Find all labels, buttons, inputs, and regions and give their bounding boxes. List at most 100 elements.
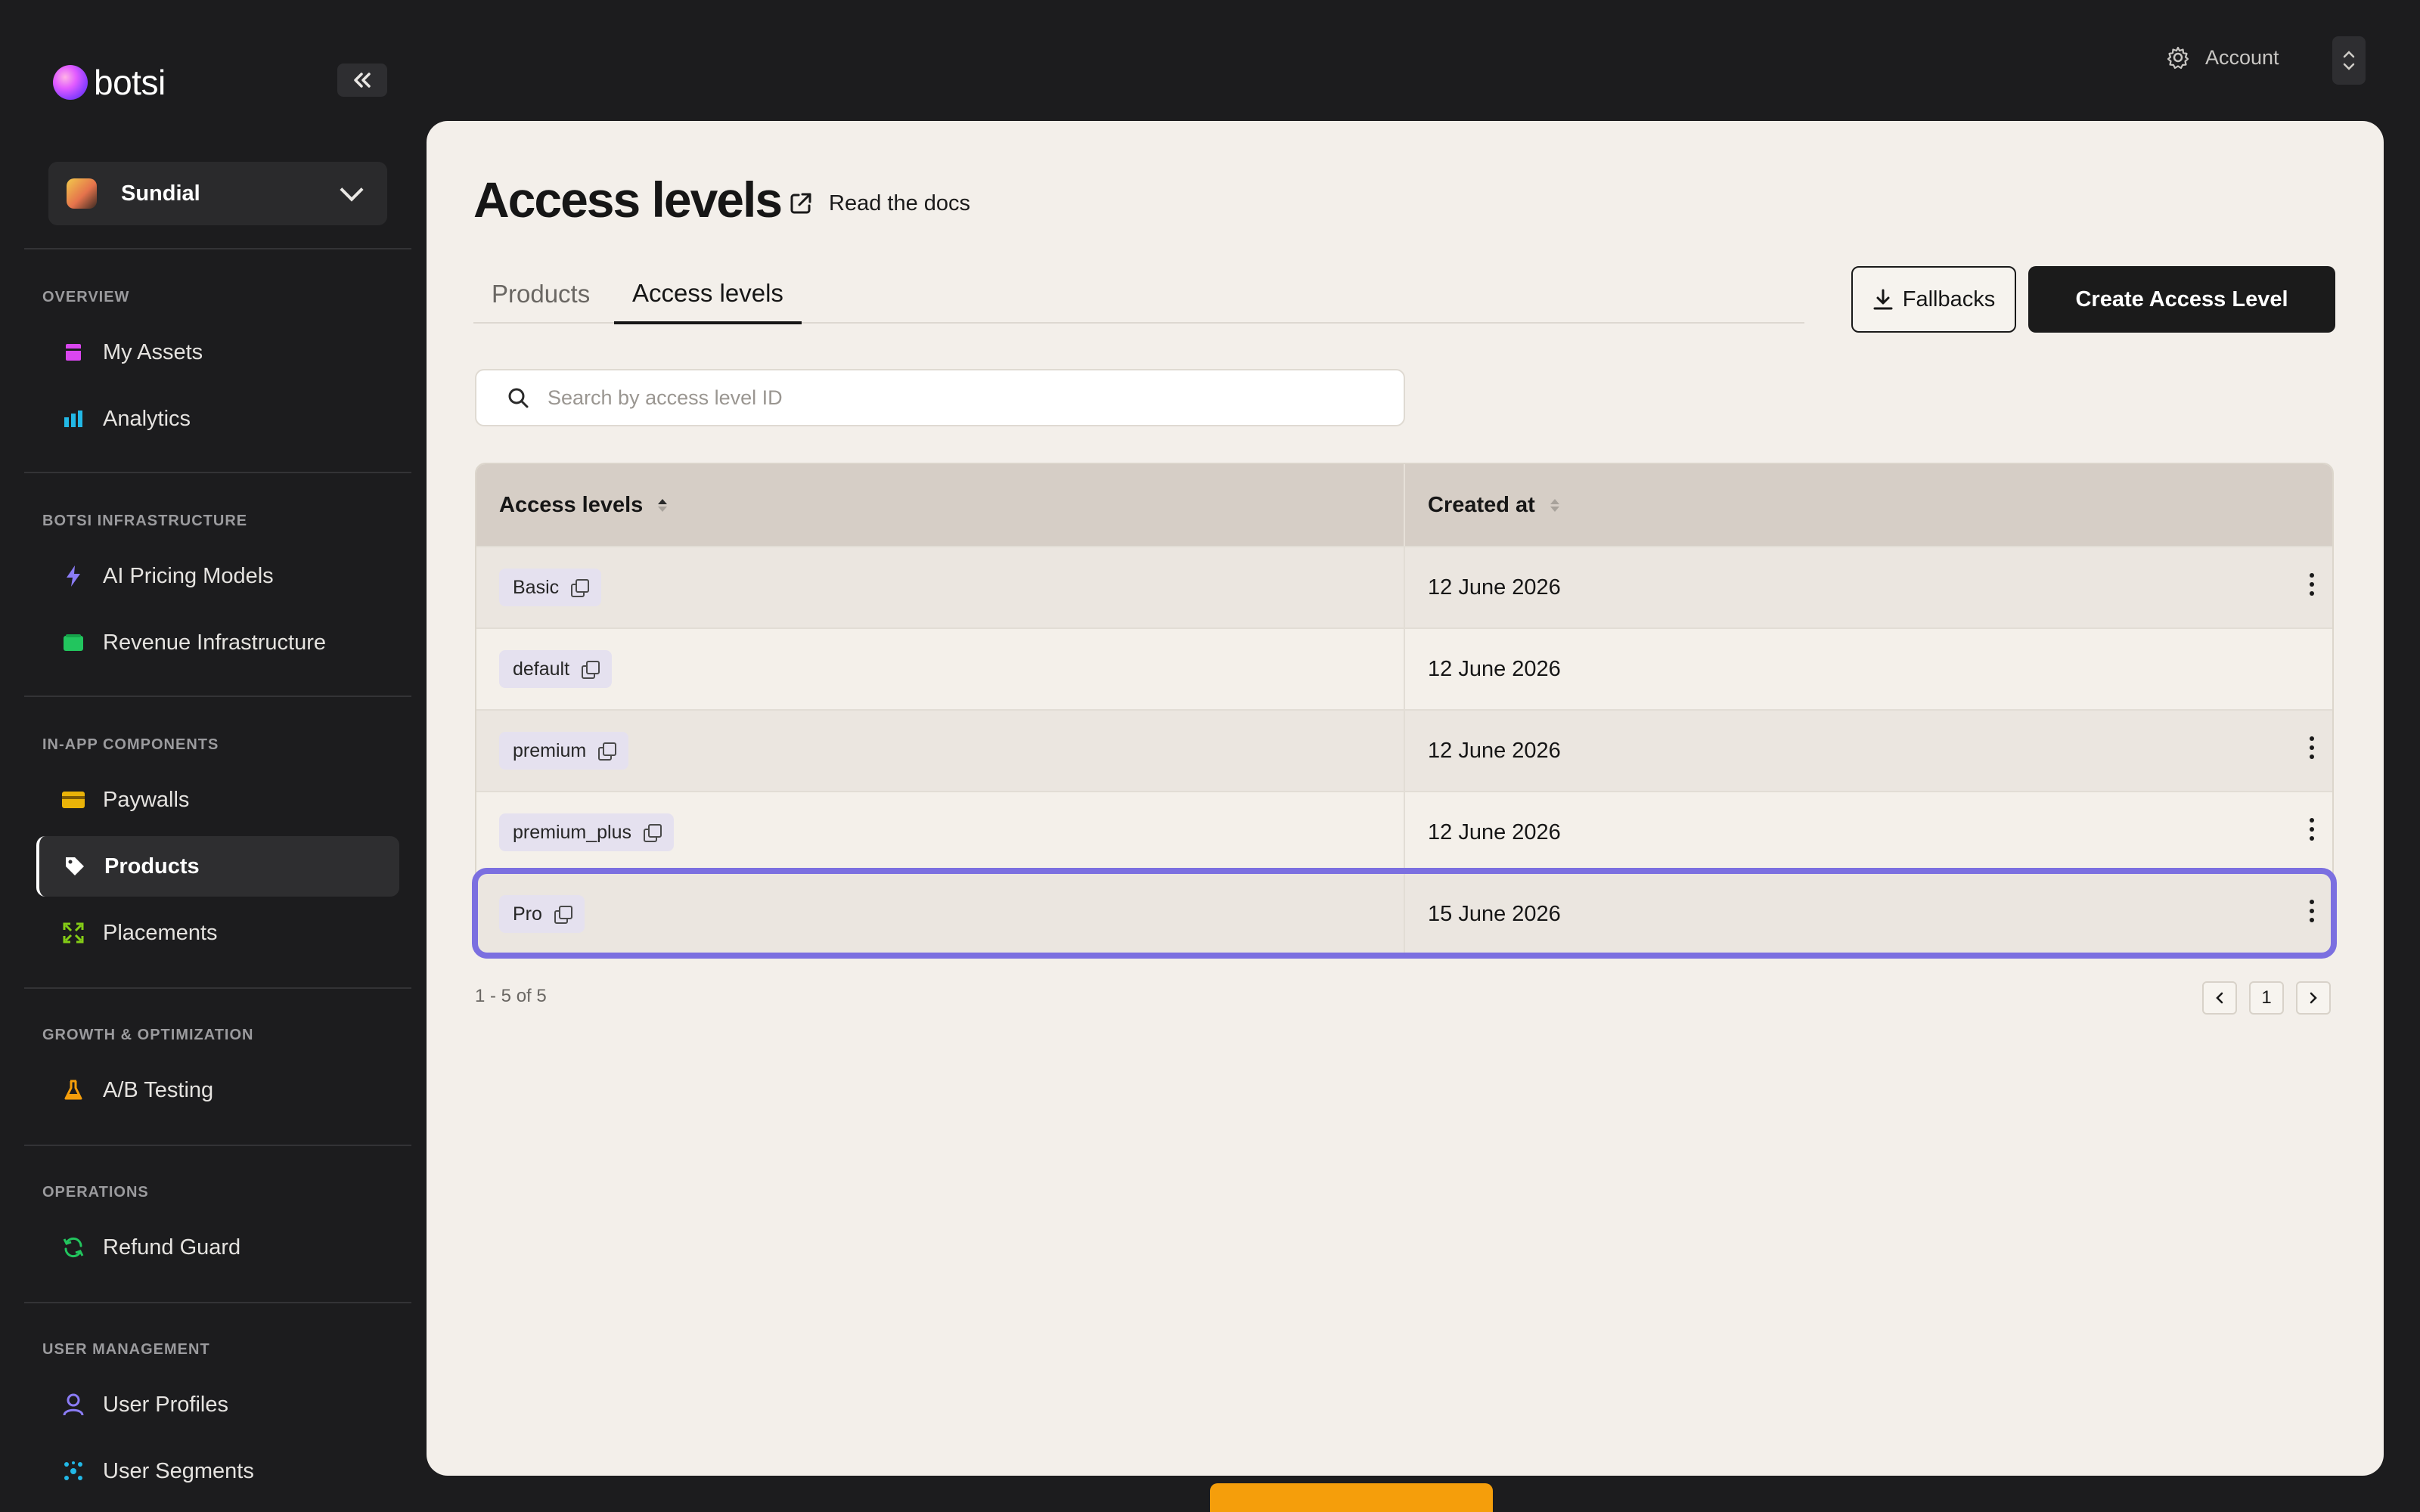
tab-products[interactable]: Products xyxy=(473,265,608,324)
tab-bar: Products Access levels xyxy=(473,265,1804,324)
brand-logo[interactable]: botsi xyxy=(53,62,166,103)
collapse-sidebar-button[interactable] xyxy=(337,64,387,97)
access-level-chip[interactable]: premium xyxy=(499,732,629,770)
table-row-selected[interactable]: Pro 15 June 2026 xyxy=(472,868,2337,959)
project-selector[interactable]: Sundial xyxy=(48,162,387,225)
table-row[interactable]: premium 12 June 2026 xyxy=(476,709,2332,791)
sidebar-item-label: User Segments xyxy=(103,1458,254,1483)
row-menu-icon[interactable] xyxy=(2310,573,2316,596)
column-header-access-levels[interactable]: Access levels xyxy=(476,464,1405,546)
bottom-action-bar[interactable] xyxy=(1210,1483,1493,1512)
expand-icon xyxy=(62,922,85,944)
row-menu-icon[interactable] xyxy=(2310,736,2316,759)
sidebar-item-label: User Profiles xyxy=(103,1392,228,1417)
created-at-cell: 12 June 2026 xyxy=(1428,575,1561,600)
divider xyxy=(24,696,411,697)
external-link-icon xyxy=(790,193,811,214)
sidebar-item-user-profiles[interactable]: User Profiles xyxy=(36,1374,399,1435)
divider xyxy=(24,1145,411,1146)
access-level-chip[interactable]: Basic xyxy=(499,569,602,606)
project-avatar xyxy=(67,178,97,209)
sidebar-item-ai-pricing-models[interactable]: AI Pricing Models xyxy=(36,546,399,606)
brand-name: botsi xyxy=(94,63,166,102)
pagination: 1 xyxy=(2202,981,2331,1015)
copy-icon[interactable] xyxy=(598,742,617,761)
section-title-growth: GROWTH & OPTIMIZATION xyxy=(42,1027,254,1043)
search-box[interactable] xyxy=(475,369,1405,426)
sidebar-item-label: AI Pricing Models xyxy=(103,563,274,588)
sidebar-item-analytics[interactable]: Analytics xyxy=(36,389,399,449)
divider xyxy=(24,472,411,473)
sort-icon xyxy=(1550,498,1559,512)
access-level-chip[interactable]: premium_plus xyxy=(499,813,675,851)
created-at-cell: 12 June 2026 xyxy=(1428,656,1561,681)
column-header-created-at[interactable]: Created at xyxy=(1405,464,1559,546)
card-icon xyxy=(62,631,85,654)
double-chevron-left-icon xyxy=(354,73,371,88)
sidebar-item-products[interactable]: Products xyxy=(36,836,399,897)
table-header: Access levels Created at xyxy=(476,464,2332,546)
segments-icon xyxy=(62,1460,85,1483)
sidebar-item-label: A/B Testing xyxy=(103,1077,214,1102)
sort-icon xyxy=(658,498,668,512)
lightning-icon xyxy=(62,565,85,587)
expand-toggle-button[interactable] xyxy=(2332,36,2366,85)
section-title-in-app-components: IN-APP COMPONENTS xyxy=(42,736,219,753)
sidebar-item-paywalls[interactable]: Paywalls xyxy=(36,770,399,830)
sidebar-item-refund-guard[interactable]: Refund Guard xyxy=(36,1217,399,1278)
created-at-cell: 12 June 2026 xyxy=(1428,820,1561,844)
sidebar-item-label: Revenue Infrastructure xyxy=(103,630,326,655)
row-menu-icon[interactable] xyxy=(2310,818,2316,841)
sidebar-item-revenue-infrastructure[interactable]: Revenue Infrastructure xyxy=(36,612,399,673)
tab-access-levels[interactable]: Access levels xyxy=(614,265,802,324)
table-row[interactable]: default 12 June 2026 xyxy=(476,627,2332,709)
chevron-right-icon xyxy=(2310,992,2317,1004)
section-title-operations: OPERATIONS xyxy=(42,1184,149,1201)
copy-icon[interactable] xyxy=(554,906,572,924)
sidebar-item-ab-testing[interactable]: A/B Testing xyxy=(36,1060,399,1120)
divider xyxy=(24,1302,411,1303)
access-level-id: Basic xyxy=(513,576,560,598)
previous-page-button[interactable] xyxy=(2202,981,2237,1015)
created-at-cell: 12 June 2026 xyxy=(1428,738,1561,763)
access-level-cell: default xyxy=(476,629,1405,709)
next-page-button[interactable] xyxy=(2296,981,2331,1015)
read-docs-link[interactable]: Read the docs xyxy=(788,191,970,216)
access-level-id: default xyxy=(513,658,570,680)
main-content: Access levels Read the docs Products Acc… xyxy=(427,121,2384,1476)
download-icon xyxy=(1873,289,1893,310)
row-menu-icon[interactable] xyxy=(2310,900,2316,922)
access-level-id: premium_plus xyxy=(513,821,632,843)
sidebar-item-label: Analytics xyxy=(103,406,191,431)
table-row[interactable]: Basic 12 June 2026 xyxy=(476,546,2332,627)
copy-icon[interactable] xyxy=(571,579,590,597)
sidebar-item-label: Refund Guard xyxy=(103,1235,241,1259)
create-access-level-button[interactable]: Create Access Level xyxy=(2028,266,2335,333)
search-input[interactable] xyxy=(548,386,1304,410)
sidebar-item-label: Placements xyxy=(103,920,218,945)
sidebar-item-label: My Assets xyxy=(103,339,203,364)
copy-icon[interactable] xyxy=(582,661,600,679)
table-row[interactable]: premium_plus 12 June 2026 xyxy=(476,791,2332,872)
sidebar-item-label: Products xyxy=(104,854,200,878)
divider xyxy=(24,987,411,989)
access-level-cell: premium xyxy=(476,711,1405,791)
access-level-chip[interactable]: Pro xyxy=(499,895,585,933)
gear-icon xyxy=(2167,46,2189,70)
sidebar-item-my-assets[interactable]: My Assets xyxy=(36,322,399,383)
access-level-chip[interactable]: default xyxy=(499,650,613,688)
created-at-cell: 15 June 2026 xyxy=(1428,901,1561,926)
tag-icon xyxy=(64,855,86,878)
copy-icon[interactable] xyxy=(644,824,662,842)
wallet-icon xyxy=(62,789,85,811)
sidebar-item-user-segments[interactable]: User Segments xyxy=(36,1441,399,1501)
bar-chart-icon xyxy=(62,407,85,430)
sidebar-item-placements[interactable]: Placements xyxy=(36,903,399,963)
fallbacks-button[interactable]: Fallbacks xyxy=(1851,266,2016,333)
column-label: Access levels xyxy=(499,492,644,517)
page-title: Access levels xyxy=(473,172,783,228)
brand-logo-icon xyxy=(53,65,88,100)
account-menu[interactable]: Account xyxy=(2166,45,2279,70)
section-title-infrastructure: BOTSI INFRASTRUCTURE xyxy=(42,513,248,529)
page-number-button[interactable]: 1 xyxy=(2249,981,2284,1015)
